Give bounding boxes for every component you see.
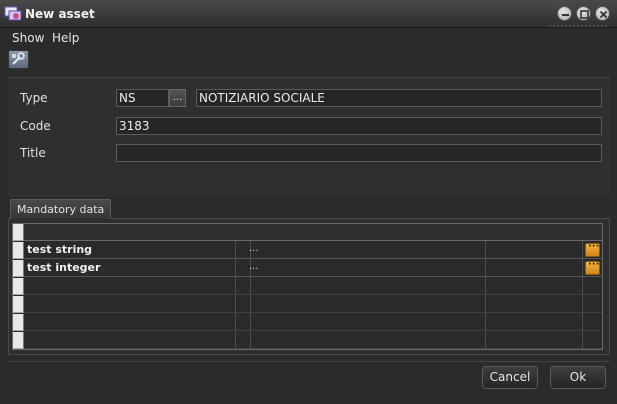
row-header[interactable] <box>13 242 24 259</box>
window-title: New asset <box>25 7 95 21</box>
close-icon[interactable] <box>595 6 610 21</box>
row-header[interactable] <box>13 260 24 277</box>
type-description-field[interactable]: NOTIZIARIO SOCIALE <box>196 89 602 107</box>
table-row[interactable]: test integer ... ··· <box>13 259 602 277</box>
row-header <box>13 224 24 241</box>
code-label: Code <box>20 119 51 133</box>
empty-row <box>13 314 602 331</box>
ok-button[interactable]: Ok <box>550 366 606 389</box>
edit-value-button[interactable]: ··· <box>585 241 600 257</box>
row-header <box>13 278 24 295</box>
tab-mandatory-data[interactable]: Mandatory data <box>10 199 112 219</box>
type-label: Type <box>20 91 48 105</box>
mandatory-data-grid[interactable]: test string ... ··· test integer ... ··· <box>12 223 603 350</box>
toolbar-button[interactable] <box>8 50 29 69</box>
edit-value-button[interactable]: ··· <box>585 259 600 275</box>
divider <box>8 361 610 362</box>
asset-icon <box>4 6 22 21</box>
maximize-icon[interactable] <box>576 6 591 21</box>
table-row[interactable]: test string ... ··· <box>13 241 602 259</box>
ellipsis-icon: ··· <box>588 241 600 252</box>
minimize-icon[interactable] <box>557 6 572 21</box>
title-label: Title <box>20 146 46 160</box>
type-browse-button[interactable]: ... <box>169 89 186 107</box>
grid-header-row <box>13 224 602 241</box>
field-name: test string <box>27 243 93 256</box>
menu-show[interactable]: Show <box>12 31 44 45</box>
row-header <box>13 314 24 331</box>
code-input[interactable]: 3183 <box>116 117 602 135</box>
field-browse-button[interactable]: ... <box>249 243 259 254</box>
type-code-input[interactable]: NS <box>116 89 169 107</box>
field-browse-button[interactable]: ... <box>249 261 259 272</box>
empty-row <box>13 296 602 313</box>
empty-row <box>13 278 602 295</box>
menu-help[interactable]: Help <box>52 31 79 45</box>
row-header <box>13 332 24 349</box>
tool-icon <box>12 52 25 65</box>
cancel-button[interactable]: Cancel <box>482 366 538 389</box>
empty-row <box>13 332 602 349</box>
field-name: test integer <box>27 261 101 274</box>
row-header <box>13 296 24 313</box>
title-input[interactable] <box>116 144 602 162</box>
ellipsis-icon: ··· <box>588 259 600 270</box>
title-bar[interactable]: New asset <box>0 0 617 28</box>
resize-grip <box>548 24 608 29</box>
